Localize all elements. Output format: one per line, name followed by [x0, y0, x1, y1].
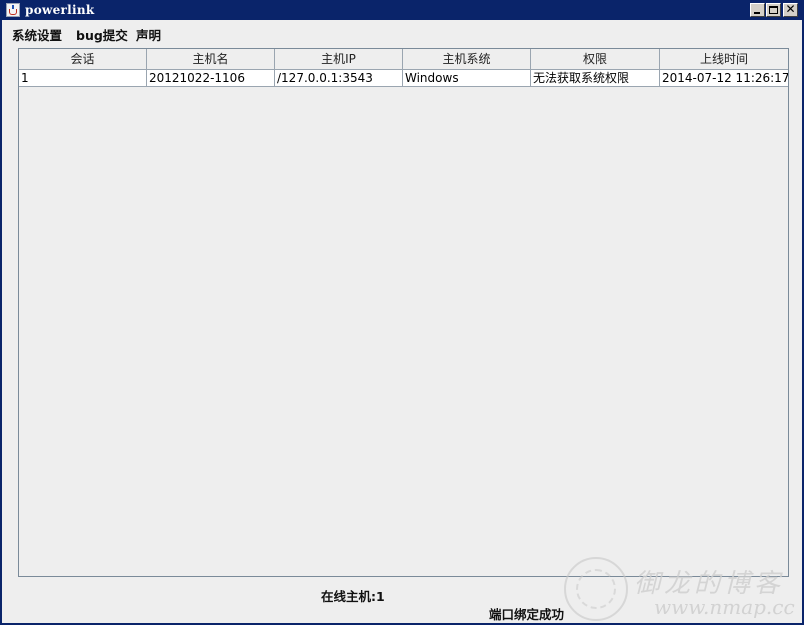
column-header-hostname[interactable]: 主机名	[147, 49, 275, 70]
sessions-table[interactable]: 会话 主机名 主机IP 主机系统 权限 上线时间 1 20121022-1106…	[18, 48, 789, 577]
column-header-session[interactable]: 会话	[19, 49, 147, 70]
cell-host-os[interactable]: Windows	[403, 70, 531, 87]
port-bind-status: 端口绑定成功	[489, 607, 565, 622]
table-header: 会话 主机名 主机IP 主机系统 权限 上线时间	[19, 49, 788, 70]
menu-bug-submit[interactable]: bug提交	[76, 25, 128, 44]
cell-permission[interactable]: 无法获取系统权限	[531, 70, 660, 87]
menu-bar: 系统设置 bug提交 声明	[2, 22, 802, 44]
online-hosts-label: 在线主机:1	[321, 589, 385, 604]
cell-host-ip[interactable]: /127.0.0.1:3543	[275, 70, 403, 87]
java-cup-icon[interactable]	[6, 3, 20, 17]
cell-session[interactable]: 1	[19, 70, 147, 87]
close-icon: ✕	[785, 2, 796, 16]
menu-statement[interactable]: 声明	[136, 25, 161, 44]
maximize-button[interactable]	[766, 3, 781, 17]
cell-online-time[interactable]: 2014-07-12 11:26:17	[660, 70, 788, 87]
table-row[interactable]: 1 20121022-1106 /127.0.0.1:3543 Windows …	[19, 70, 788, 87]
app-window: powerlink ✕ 系统设置 bug提交 声明 会话 主机名 主机IP 主机…	[0, 0, 804, 625]
close-button[interactable]: ✕	[783, 2, 798, 17]
minimize-icon	[754, 12, 760, 14]
column-header-permission[interactable]: 权限	[531, 49, 660, 70]
seal-logo	[564, 557, 628, 621]
minimize-button[interactable]	[750, 3, 765, 17]
column-header-online-time[interactable]: 上线时间	[660, 49, 788, 70]
window-title: powerlink	[25, 3, 95, 17]
cell-hostname[interactable]: 20121022-1106	[147, 70, 275, 87]
watermark-url: www.nmap.cc	[654, 595, 795, 619]
column-header-host-ip[interactable]: 主机IP	[275, 49, 403, 70]
menu-system-settings[interactable]: 系统设置	[12, 25, 62, 44]
maximize-icon	[769, 6, 778, 14]
watermark: 御龙的博客 www.nmap.cc	[562, 555, 802, 623]
title-bar[interactable]: powerlink ✕	[2, 0, 802, 20]
column-header-host-os[interactable]: 主机系统	[403, 49, 531, 70]
